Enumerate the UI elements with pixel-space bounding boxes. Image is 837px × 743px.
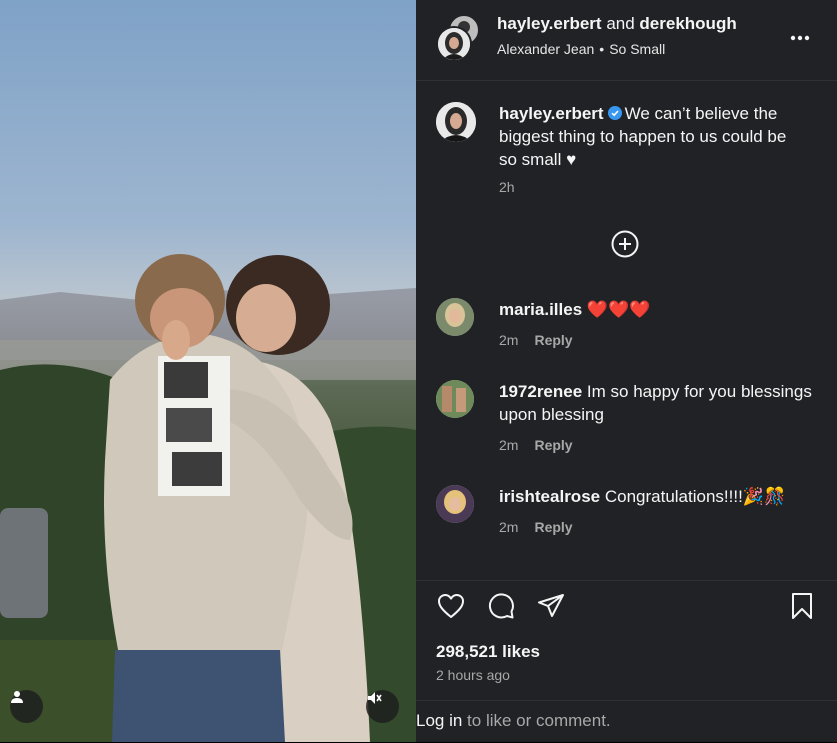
tagged-users-button[interactable] [10,690,43,723]
like-button[interactable] [436,591,466,621]
avatar[interactable] [436,298,474,336]
post-authors: hayley.erbert and derekhough [497,14,737,34]
avatar[interactable] [436,485,474,523]
caption-time[interactable]: 2h [499,179,515,195]
heart-icon [438,594,464,618]
post-timestamp[interactable]: 2 hours ago [436,667,510,683]
comment-text: maria.illes ❤️❤️❤️ [499,298,819,321]
send-icon [538,594,564,617]
post-media[interactable] [0,0,416,742]
comment-button[interactable] [486,591,516,621]
coauthor-username[interactable]: derekhough [639,14,736,33]
audio-artist[interactable]: Alexander Jean [497,41,594,57]
post-dialog: hayley.erbert and derekhough Alexander J… [0,0,837,742]
login-prompt: Log in to like or comment. [416,700,837,743]
separator-dot: • [599,41,605,57]
reply-button[interactable]: Reply [534,332,572,348]
photo-couple-hugging [0,254,416,742]
bookmark-icon [792,593,812,619]
audio-track[interactable]: So Small [609,41,665,57]
author-username[interactable]: hayley.erbert [497,14,602,33]
comment-username[interactable]: maria.illes [499,300,582,319]
comment-time[interactable]: 2m [499,519,518,535]
comment-time[interactable]: 2m [499,437,518,453]
more-options-button[interactable] [788,26,812,50]
comment-meta: 2m Reply [499,519,573,535]
verified-badge-icon [607,106,622,120]
share-button[interactable] [536,591,566,621]
user-icon [11,691,23,703]
caption-username[interactable]: hayley.erbert [499,104,604,123]
likes-count[interactable]: 298,521 likes [436,642,540,662]
login-link[interactable]: Log in [416,711,462,730]
more-horizontal-icon [790,35,810,41]
comment-icon [488,593,514,619]
post-header: hayley.erbert and derekhough Alexander J… [416,0,837,81]
mute-button[interactable] [366,690,399,723]
comment-body: ❤️❤️❤️ [586,300,651,319]
avatar[interactable] [436,102,476,142]
audio-attribution[interactable]: Alexander Jean • So Small [497,41,665,57]
avatar[interactable] [436,380,474,418]
avatar[interactable] [436,26,472,62]
comment-body: Congratulations!!!!🎉🎊 [604,487,786,506]
post-side-panel: hayley.erbert and derekhough Alexander J… [416,0,837,742]
comment-meta: 2m Reply [499,332,573,348]
reply-button[interactable]: Reply [534,437,572,453]
caption-text: hayley.erbert We can’t believe the bigges… [499,102,799,171]
login-prompt-text: Log in to like or comment. [416,711,611,731]
post-actions [416,580,837,629]
authors-joiner: and [606,14,635,33]
comment-username[interactable]: irishtealrose [499,487,600,506]
plus-circle-icon [611,230,639,258]
reply-button[interactable]: Reply [534,519,572,535]
comment-time[interactable]: 2m [499,332,518,348]
load-more-comments-button[interactable] [611,230,639,258]
comment-text: 1972renee Im so happy for you blessings … [499,380,819,426]
comment-username[interactable]: 1972renee [499,382,582,401]
save-button[interactable] [787,591,817,621]
comment-text: irishtealrose Congratulations!!!!🎉🎊 [499,485,819,508]
login-prompt-rest: to like or comment. [462,711,611,730]
speaker-muted-icon [368,692,382,704]
comment-meta: 2m Reply [499,437,573,453]
